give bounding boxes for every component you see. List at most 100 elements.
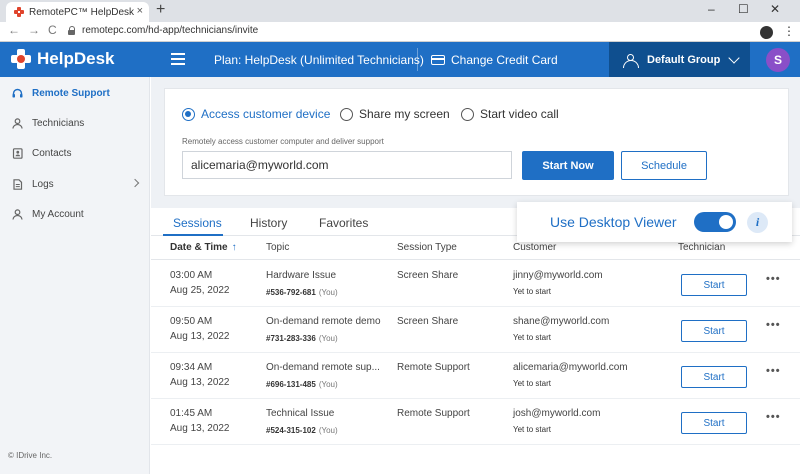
app-header: HelpDesk Plan: HelpDesk (Unlimited Techn… bbox=[0, 42, 800, 77]
sidebar-item-logs[interactable]: Logs bbox=[0, 169, 150, 199]
desktop-viewer-label: Use Desktop Viewer bbox=[550, 214, 677, 230]
column-header-customer: Customer bbox=[513, 242, 557, 253]
radio-label: Share my screen bbox=[359, 107, 450, 121]
column-header-technician: Technician bbox=[678, 242, 726, 253]
change-card-label: Change Credit Card bbox=[451, 53, 558, 67]
session-time: 03:00 AM bbox=[170, 270, 213, 281]
session-status: Yet to start bbox=[513, 379, 551, 388]
access-hint: Remotely access customer computer and de… bbox=[182, 137, 384, 146]
more-options-icon[interactable]: ••• bbox=[766, 365, 781, 377]
row-start-button[interactable]: Start bbox=[681, 320, 747, 342]
session-id: #524-315-102 (You) bbox=[266, 426, 338, 435]
customer-email: josh@myworld.com bbox=[513, 408, 601, 419]
session-date: Aug 25, 2022 bbox=[170, 285, 230, 296]
group-selector[interactable]: Default Group bbox=[609, 42, 750, 77]
tab-close-icon[interactable]: × bbox=[137, 5, 143, 17]
radio-empty-icon bbox=[340, 107, 353, 121]
minimize-icon[interactable]: – bbox=[708, 2, 715, 16]
tab-sessions[interactable]: Sessions bbox=[173, 216, 222, 230]
logo-text: HelpDesk bbox=[37, 49, 115, 68]
technicians-icon bbox=[12, 117, 23, 129]
session-status: Yet to start bbox=[513, 425, 551, 434]
session-id: #696-131-485 (You) bbox=[266, 380, 338, 389]
customer-email: shane@myworld.com bbox=[513, 316, 610, 327]
chevron-down-icon bbox=[728, 52, 740, 64]
radio-label: Access customer device bbox=[201, 107, 331, 121]
more-options-icon[interactable]: ••• bbox=[766, 273, 781, 285]
address-bar: ← → C remotepc.com/hd-app/technicians/in… bbox=[0, 22, 800, 42]
tab-title: RemotePC™ HelpDesk - Remote bbox=[29, 6, 135, 18]
sessions-panel: Sessions History Favorites Date & Time ↑ … bbox=[151, 208, 800, 474]
sort-ascending-icon[interactable]: ↑ bbox=[232, 242, 237, 253]
reload-icon[interactable]: C bbox=[48, 23, 57, 37]
radio-empty-icon bbox=[461, 107, 474, 121]
new-tab-button[interactable]: + bbox=[156, 1, 165, 19]
customer-email: alicemaria@myworld.com bbox=[513, 362, 628, 373]
profile-icon[interactable] bbox=[760, 26, 773, 39]
browser-menu-icon[interactable]: ⋮ bbox=[783, 24, 795, 38]
change-credit-card-link[interactable]: Change Credit Card bbox=[431, 53, 558, 67]
plan-label: Plan: HelpDesk (Unlimited Technicians) bbox=[214, 53, 424, 67]
radio-access-customer-device[interactable]: Access customer device bbox=[182, 107, 330, 121]
row-start-button[interactable]: Start bbox=[681, 274, 747, 296]
table-row: 03:00 AM Aug 25, 2022 Hardware Issue #53… bbox=[151, 261, 800, 307]
header-divider bbox=[417, 48, 418, 71]
desktop-viewer-card: Use Desktop Viewer i bbox=[517, 202, 792, 242]
session-time: 09:34 AM bbox=[170, 362, 213, 373]
customer-email-input[interactable] bbox=[182, 151, 512, 179]
more-options-icon[interactable]: ••• bbox=[766, 411, 781, 423]
session-date: Aug 13, 2022 bbox=[170, 377, 230, 388]
sidebar-item-remote-support[interactable]: Remote Support bbox=[0, 78, 150, 108]
desktop-viewer-toggle[interactable] bbox=[694, 212, 736, 232]
user-avatar[interactable]: S bbox=[766, 48, 790, 72]
sidebar-item-technicians[interactable]: Technicians bbox=[0, 108, 150, 138]
group-users-icon bbox=[623, 53, 639, 68]
sidebar-item-my-account[interactable]: My Account bbox=[0, 199, 150, 229]
helpdesk-logo[interactable]: HelpDesk bbox=[11, 49, 114, 69]
remotepc-favicon-icon bbox=[14, 7, 24, 17]
sidebar-item-contacts[interactable]: Contacts bbox=[0, 138, 150, 168]
more-options-icon[interactable]: ••• bbox=[766, 319, 781, 331]
sidebar: Remote Support Technicians Contacts Logs… bbox=[0, 77, 150, 474]
back-icon[interactable]: ← bbox=[8, 23, 20, 37]
session-status: Yet to start bbox=[513, 287, 551, 296]
main-content: Access customer device Share my screen S… bbox=[151, 77, 800, 474]
start-now-button[interactable]: Start Now bbox=[522, 151, 614, 180]
session-status: Yet to start bbox=[513, 333, 551, 342]
table-row: 09:34 AM Aug 13, 2022 On-demand remote s… bbox=[151, 353, 800, 399]
session-id: #731-283-336 (You) bbox=[266, 334, 338, 343]
sidebar-item-label: Contacts bbox=[32, 147, 72, 159]
session-topic: Technical Issue bbox=[266, 408, 335, 419]
url-text: remotepc.com/hd-app/technicians/invite bbox=[82, 25, 259, 36]
column-header-date-time[interactable]: Date & Time ↑ bbox=[170, 242, 237, 253]
session-date: Aug 13, 2022 bbox=[170, 331, 230, 342]
group-label: Default Group bbox=[647, 53, 721, 66]
table-row: 01:45 AM Aug 13, 2022 Technical Issue #5… bbox=[151, 399, 800, 445]
logs-icon bbox=[12, 178, 23, 190]
forward-icon[interactable]: → bbox=[28, 23, 40, 37]
row-start-button[interactable]: Start bbox=[681, 366, 747, 388]
url-field[interactable]: remotepc.com/hd-app/technicians/invite bbox=[68, 25, 258, 36]
hamburger-menu-icon[interactable] bbox=[171, 53, 185, 65]
maximize-icon[interactable]: ☐ bbox=[738, 2, 749, 16]
info-icon[interactable]: i bbox=[747, 212, 768, 233]
schedule-button[interactable]: Schedule bbox=[621, 151, 707, 180]
credit-card-icon bbox=[431, 55, 445, 65]
lock-icon bbox=[68, 26, 76, 35]
tab-history[interactable]: History bbox=[250, 216, 287, 230]
row-start-button[interactable]: Start bbox=[681, 412, 747, 434]
session-type: Remote Support bbox=[397, 408, 470, 419]
radio-share-my-screen[interactable]: Share my screen bbox=[340, 107, 450, 121]
radio-selected-icon bbox=[182, 107, 195, 121]
browser-tabbar: RemotePC™ HelpDesk - Remote × + – ☐ ✕ bbox=[0, 0, 800, 22]
copyright-text: © IDrive Inc. bbox=[8, 451, 53, 460]
tab-favorites[interactable]: Favorites bbox=[319, 216, 368, 230]
headset-icon bbox=[12, 88, 23, 99]
session-type: Remote Support bbox=[397, 362, 470, 373]
close-window-icon[interactable]: ✕ bbox=[770, 2, 780, 16]
column-header-session-type: Session Type bbox=[397, 242, 457, 253]
customer-email: jinny@myworld.com bbox=[513, 270, 603, 281]
radio-start-video-call[interactable]: Start video call bbox=[461, 107, 559, 121]
browser-tab[interactable]: RemotePC™ HelpDesk - Remote × bbox=[6, 2, 149, 22]
session-topic: On-demand remote demo bbox=[266, 316, 381, 327]
